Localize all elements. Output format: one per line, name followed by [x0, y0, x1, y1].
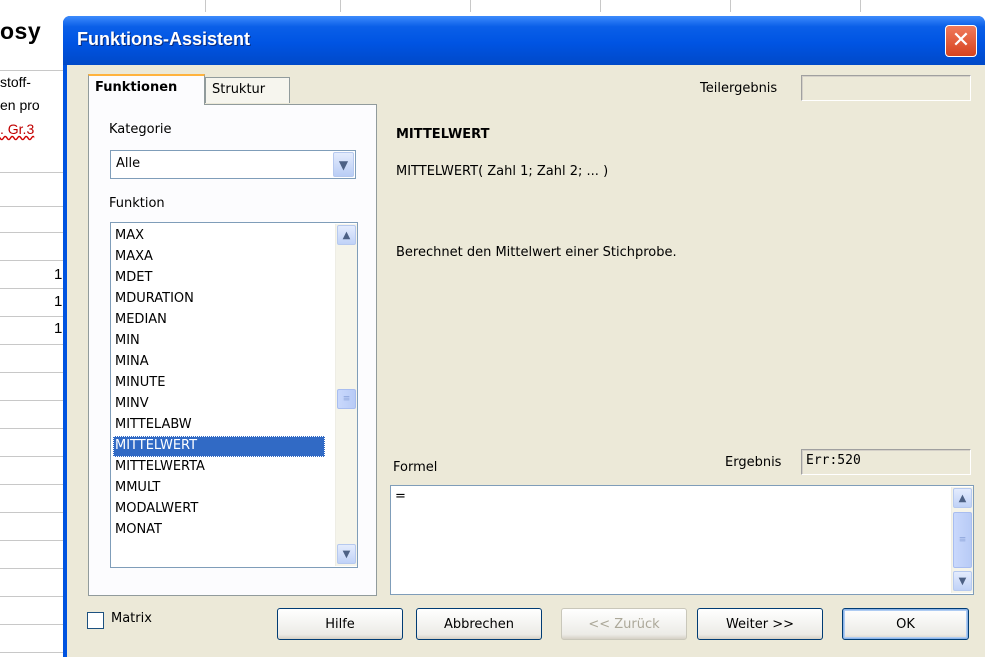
function-signature: MITTELWERT( Zahl 1; Zahl 2; ... ): [396, 164, 609, 179]
scroll-up-icon[interactable]: ▲: [953, 488, 972, 508]
ergebnis-label: Ergebnis: [725, 455, 782, 470]
button-label: Abbrechen: [443, 616, 515, 632]
tab-struktur[interactable]: Struktur: [205, 77, 290, 103]
grid-line: [0, 288, 66, 289]
scroll-thumb[interactable]: ≡: [337, 389, 356, 409]
formel-label: Formel: [393, 460, 438, 475]
formel-scrollbar[interactable]: ▲ ≡ ▼: [951, 487, 973, 593]
grid-line: [0, 206, 66, 207]
list-item[interactable]: MONAT: [113, 520, 325, 541]
sheet-cell-text: en pro: [0, 97, 40, 113]
button-label: OK: [896, 616, 915, 632]
grid-line: [0, 316, 66, 317]
tab-label: Struktur: [212, 82, 266, 97]
list-scrollbar[interactable]: ▲ ≡ ▼: [335, 224, 357, 566]
grid-line: [340, 0, 341, 12]
grid-line: [0, 596, 66, 597]
close-button[interactable]: ✕: [945, 25, 977, 57]
grid-line: [0, 652, 66, 653]
sheet-cell-number: 1: [54, 293, 63, 310]
tab-funktionen[interactable]: Funktionen: [88, 74, 205, 105]
grid-line: [0, 456, 66, 457]
scroll-down-icon[interactable]: ▼: [953, 571, 972, 591]
sheet-cell-text: stoff-: [0, 74, 31, 90]
ergebnis-field: Err:520: [801, 449, 971, 475]
function-wizard-dialog: Funktions-Assistent ✕ Funktionen Struktu…: [63, 16, 985, 657]
button-label: << Zurück: [588, 616, 660, 632]
list-item-selected[interactable]: MITTELWERT: [113, 436, 325, 457]
kategorie-value: Alle: [116, 156, 141, 171]
sheet-cell-number: 1: [54, 320, 63, 337]
grid-line: [0, 260, 66, 261]
grid-line: [0, 344, 66, 345]
button-label: Hilfe: [325, 616, 355, 632]
list-item[interactable]: MIN: [113, 331, 325, 352]
funktion-listbox[interactable]: MAX MAXA MDET MDURATION MEDIAN MIN MINA …: [110, 222, 358, 568]
close-icon: ✕: [951, 28, 971, 53]
grid-line: [0, 232, 66, 233]
scroll-down-icon[interactable]: ▼: [337, 544, 356, 564]
grid-line: [0, 428, 66, 429]
list-item[interactable]: MDET: [113, 268, 325, 289]
funktion-label: Funktion: [109, 196, 165, 211]
sheet-cell-text: . Gr.3: [0, 121, 35, 137]
kategorie-dropdown[interactable]: Alle ▼: [110, 150, 356, 179]
grid-line: [0, 372, 66, 373]
list-item[interactable]: MEDIAN: [113, 310, 325, 331]
dialog-titlebar[interactable]: Funktions-Assistent ✕: [63, 16, 985, 65]
tab-label: Funktionen: [95, 80, 178, 95]
grid-line: [0, 172, 66, 173]
zurueck-button[interactable]: << Zurück: [561, 608, 687, 640]
chevron-down-icon[interactable]: ▼: [333, 152, 354, 177]
hilfe-button[interactable]: Hilfe: [277, 608, 403, 640]
grid-line: [205, 0, 206, 12]
button-label: Weiter >>: [725, 616, 795, 632]
list-item[interactable]: MITTELABW: [113, 415, 325, 436]
list-item[interactable]: MINA: [113, 352, 325, 373]
list-item[interactable]: MINUTE: [113, 373, 325, 394]
grid-line: [0, 624, 66, 625]
sheet-title-fragment: osy: [0, 18, 42, 44]
teilergebnis-field: [801, 75, 971, 101]
list-item[interactable]: MAXA: [113, 247, 325, 268]
sheet-cell-number: 1: [54, 266, 63, 283]
list-item[interactable]: MAX: [113, 226, 325, 247]
kategorie-label: Kategorie: [109, 122, 172, 137]
funktionen-panel: Kategorie Alle ▼ Funktion MAX MAXA MDET …: [88, 104, 377, 596]
formel-value: =: [395, 489, 406, 504]
teilergebnis-label: Teilergebnis: [700, 81, 778, 96]
grid-line: [0, 484, 66, 485]
list-item[interactable]: MMULT: [113, 478, 325, 499]
dialog-title: Funktions-Assistent: [77, 29, 251, 49]
scroll-up-icon[interactable]: ▲: [337, 225, 356, 245]
formel-editor[interactable]: = ▲ ≡ ▼: [390, 485, 974, 595]
list-item[interactable]: MDURATION: [113, 289, 325, 310]
ok-button[interactable]: OK: [842, 608, 969, 640]
list-item[interactable]: MODALWERT: [113, 499, 325, 520]
matrix-checkbox[interactable]: [87, 612, 104, 629]
function-name: MITTELWERT: [396, 127, 490, 142]
scroll-thumb[interactable]: ≡: [953, 512, 972, 568]
grid-line: [0, 540, 66, 541]
dialog-body: Funktionen Struktur Kategorie Alle ▼ Fun…: [67, 65, 985, 657]
grid-line: [470, 0, 471, 12]
function-description: Berechnet den Mittelwert einer Stichprob…: [396, 245, 677, 260]
grid-line: [0, 70, 66, 71]
grid-line: [600, 0, 601, 12]
weiter-button[interactable]: Weiter >>: [697, 608, 823, 640]
matrix-label: Matrix: [111, 611, 152, 626]
grid-line: [860, 0, 861, 12]
grid-line: [0, 568, 66, 569]
abbrechen-button[interactable]: Abbrechen: [416, 608, 542, 640]
grid-line: [0, 512, 66, 513]
grid-line: [0, 400, 66, 401]
list-item[interactable]: MITTELWERTA: [113, 457, 325, 478]
grid-line: [730, 0, 731, 12]
list-item[interactable]: MINV: [113, 394, 325, 415]
